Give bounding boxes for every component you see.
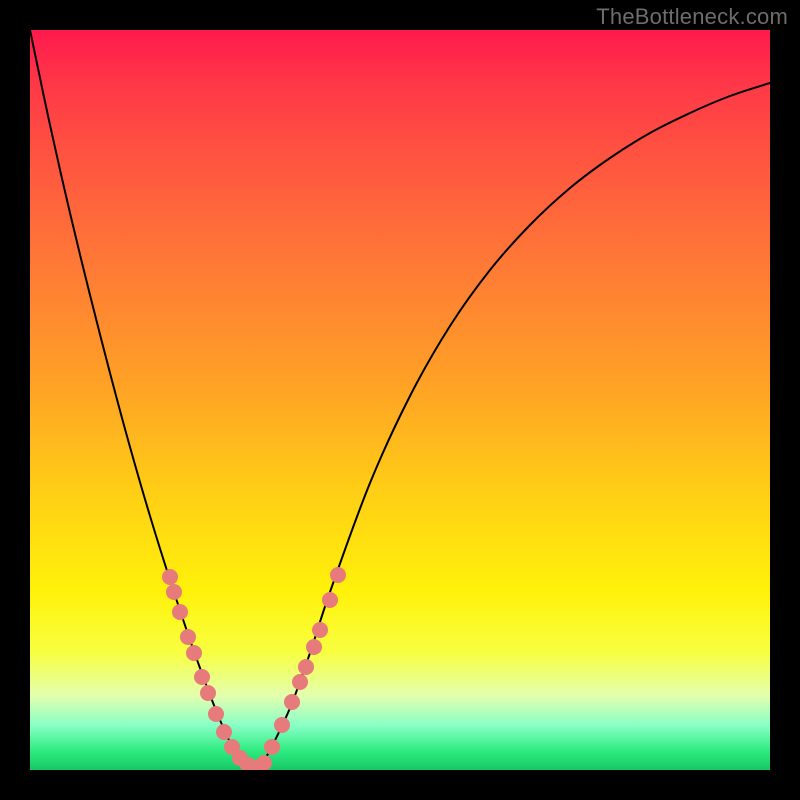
data-marker	[322, 592, 338, 608]
chart-svg	[30, 30, 770, 770]
data-marker	[298, 659, 314, 675]
data-marker	[200, 685, 216, 701]
data-marker	[284, 694, 300, 710]
data-marker	[194, 669, 210, 685]
bottleneck-curve	[30, 30, 770, 770]
data-marker	[216, 724, 232, 740]
data-marker	[274, 717, 290, 733]
data-marker	[172, 604, 188, 620]
data-marker	[186, 645, 202, 661]
data-marker	[166, 584, 182, 600]
data-marker	[256, 755, 272, 770]
data-marker	[180, 629, 196, 645]
data-marker	[208, 706, 224, 722]
watermark-text: TheBottleneck.com	[596, 4, 788, 30]
data-marker	[312, 622, 328, 638]
data-marker	[292, 674, 308, 690]
data-marker	[264, 739, 280, 755]
data-marker	[306, 639, 322, 655]
marker-group	[162, 567, 346, 770]
data-marker	[330, 567, 346, 583]
plot-area	[30, 30, 770, 770]
chart-frame: TheBottleneck.com	[0, 0, 800, 800]
data-marker	[162, 569, 178, 585]
